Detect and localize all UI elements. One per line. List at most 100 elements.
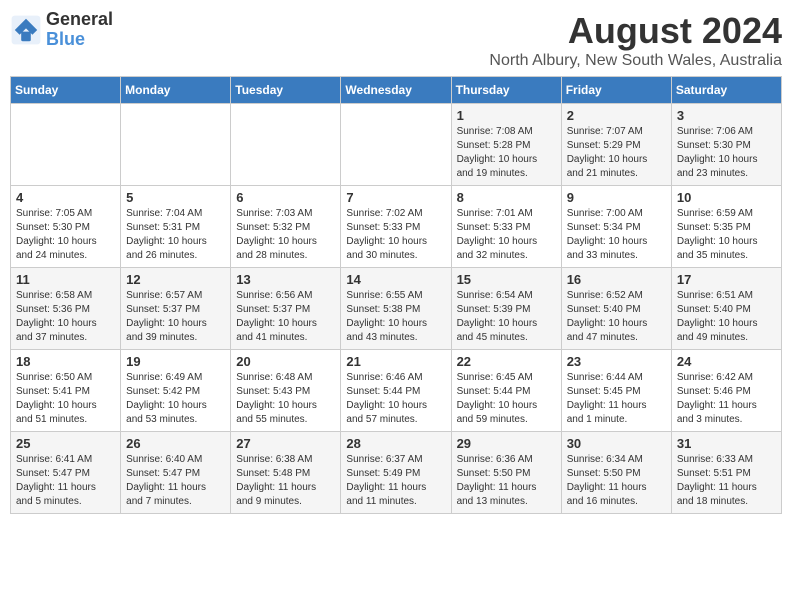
day-info: Sunrise: 6:54 AM Sunset: 5:39 PM Dayligh… xyxy=(457,289,556,345)
day-number: 17 xyxy=(677,272,776,287)
day-info: Sunrise: 6:36 AM Sunset: 5:50 PM Dayligh… xyxy=(457,453,556,509)
day-info: Sunrise: 7:08 AM Sunset: 5:28 PM Dayligh… xyxy=(457,125,556,181)
day-number: 12 xyxy=(126,272,225,287)
calendar-cell-w1-d4 xyxy=(341,104,451,186)
day-info: Sunrise: 7:05 AM Sunset: 5:30 PM Dayligh… xyxy=(16,207,115,263)
day-number: 5 xyxy=(126,190,225,205)
day-number: 9 xyxy=(567,190,666,205)
calendar-cell-w3-d2: 12 Sunrise: 6:57 AM Sunset: 5:37 PM Dayli… xyxy=(121,268,231,350)
day-info: Sunrise: 6:51 AM Sunset: 5:40 PM Dayligh… xyxy=(677,289,776,345)
day-number: 26 xyxy=(126,436,225,451)
logo-text: General Blue xyxy=(46,10,113,50)
calendar-cell-w3-d7: 17 Sunrise: 6:51 AM Sunset: 5:40 PM Dayli… xyxy=(671,268,781,350)
day-number: 25 xyxy=(16,436,115,451)
calendar-body: 1 Sunrise: 7:08 AM Sunset: 5:28 PM Daylig… xyxy=(11,104,782,514)
calendar-cell-w5-d7: 31Sunrise: 6:33 AM Sunset: 5:51 PM Dayli… xyxy=(671,432,781,514)
day-number: 16 xyxy=(567,272,666,287)
calendar-header-row: SundayMondayTuesdayWednesdayThursdayFrid… xyxy=(11,77,782,104)
calendar-cell-w3-d5: 15 Sunrise: 6:54 AM Sunset: 5:39 PM Dayli… xyxy=(451,268,561,350)
calendar-week-4: 18Sunrise: 6:50 AM Sunset: 5:41 PM Dayli… xyxy=(11,350,782,432)
calendar-cell-w3-d1: 11Sunrise: 6:58 AM Sunset: 5:36 PM Dayli… xyxy=(11,268,121,350)
day-number: 24 xyxy=(677,354,776,369)
day-info: Sunrise: 6:46 AM Sunset: 5:44 PM Dayligh… xyxy=(346,371,445,427)
calendar-cell-w2-d4: 7Sunrise: 7:02 AM Sunset: 5:33 PM Daylig… xyxy=(341,186,451,268)
title-block: August 2024 North Albury, New South Wale… xyxy=(489,10,782,70)
calendar-week-1: 1 Sunrise: 7:08 AM Sunset: 5:28 PM Daylig… xyxy=(11,104,782,186)
calendar-week-3: 11Sunrise: 6:58 AM Sunset: 5:36 PM Dayli… xyxy=(11,268,782,350)
day-info: Sunrise: 7:07 AM Sunset: 5:29 PM Dayligh… xyxy=(567,125,666,181)
calendar-cell-w2-d6: 9Sunrise: 7:00 AM Sunset: 5:34 PM Daylig… xyxy=(561,186,671,268)
header-day-saturday: Saturday xyxy=(671,77,781,104)
page-header: General Blue August 2024 North Albury, N… xyxy=(10,10,782,70)
day-info: Sunrise: 6:56 AM Sunset: 5:37 PM Dayligh… xyxy=(236,289,335,345)
calendar-week-2: 4 Sunrise: 7:05 AM Sunset: 5:30 PM Daylig… xyxy=(11,186,782,268)
day-info: Sunrise: 7:01 AM Sunset: 5:33 PM Dayligh… xyxy=(457,207,556,263)
calendar-cell-w4-d2: 19Sunrise: 6:49 AM Sunset: 5:42 PM Dayli… xyxy=(121,350,231,432)
day-number: 10 xyxy=(677,190,776,205)
calendar-cell-w1-d1 xyxy=(11,104,121,186)
day-number: 20 xyxy=(236,354,335,369)
day-number: 14 xyxy=(346,272,445,287)
calendar-cell-w2-d5: 8 Sunrise: 7:01 AM Sunset: 5:33 PM Daylig… xyxy=(451,186,561,268)
header-day-sunday: Sunday xyxy=(11,77,121,104)
day-info: Sunrise: 7:04 AM Sunset: 5:31 PM Dayligh… xyxy=(126,207,225,263)
day-number: 18 xyxy=(16,354,115,369)
calendar-cell-w5-d5: 29 Sunrise: 6:36 AM Sunset: 5:50 PM Dayli… xyxy=(451,432,561,514)
calendar-cell-w1-d7: 3Sunrise: 7:06 AM Sunset: 5:30 PM Daylig… xyxy=(671,104,781,186)
header-day-monday: Monday xyxy=(121,77,231,104)
calendar-cell-w5-d1: 25 Sunrise: 6:41 AM Sunset: 5:47 PM Dayli… xyxy=(11,432,121,514)
calendar-cell-w2-d1: 4 Sunrise: 7:05 AM Sunset: 5:30 PM Daylig… xyxy=(11,186,121,268)
calendar-cell-w3-d6: 16 Sunrise: 6:52 AM Sunset: 5:40 PM Dayli… xyxy=(561,268,671,350)
day-info: Sunrise: 6:45 AM Sunset: 5:44 PM Dayligh… xyxy=(457,371,556,427)
logo: General Blue xyxy=(10,10,113,50)
calendar-cell-w4-d3: 20 Sunrise: 6:48 AM Sunset: 5:43 PM Dayli… xyxy=(231,350,341,432)
calendar-cell-w2-d3: 6 Sunrise: 7:03 AM Sunset: 5:32 PM Daylig… xyxy=(231,186,341,268)
day-number: 2 xyxy=(567,108,666,123)
day-number: 8 xyxy=(457,190,556,205)
calendar-cell-w1-d2 xyxy=(121,104,231,186)
day-number: 19 xyxy=(126,354,225,369)
day-number: 13 xyxy=(236,272,335,287)
calendar-cell-w4-d5: 22 Sunrise: 6:45 AM Sunset: 5:44 PM Dayli… xyxy=(451,350,561,432)
day-number: 1 xyxy=(457,108,556,123)
day-number: 4 xyxy=(16,190,115,205)
day-info: Sunrise: 6:42 AM Sunset: 5:46 PM Dayligh… xyxy=(677,371,776,427)
calendar-cell-w5-d3: 27Sunrise: 6:38 AM Sunset: 5:48 PM Dayli… xyxy=(231,432,341,514)
day-number: 29 xyxy=(457,436,556,451)
day-info: Sunrise: 6:34 AM Sunset: 5:50 PM Dayligh… xyxy=(567,453,666,509)
calendar-cell-w4-d6: 23Sunrise: 6:44 AM Sunset: 5:45 PM Dayli… xyxy=(561,350,671,432)
day-info: Sunrise: 6:52 AM Sunset: 5:40 PM Dayligh… xyxy=(567,289,666,345)
subtitle: North Albury, New South Wales, Australia xyxy=(489,52,782,70)
day-number: 22 xyxy=(457,354,556,369)
calendar-cell-w1-d5: 1 Sunrise: 7:08 AM Sunset: 5:28 PM Daylig… xyxy=(451,104,561,186)
day-number: 28 xyxy=(346,436,445,451)
calendar-cell-w3-d4: 14Sunrise: 6:55 AM Sunset: 5:38 PM Dayli… xyxy=(341,268,451,350)
calendar-cell-w3-d3: 13 Sunrise: 6:56 AM Sunset: 5:37 PM Dayli… xyxy=(231,268,341,350)
day-info: Sunrise: 6:57 AM Sunset: 5:37 PM Dayligh… xyxy=(126,289,225,345)
calendar-cell-w2-d7: 10Sunrise: 6:59 AM Sunset: 5:35 PM Dayli… xyxy=(671,186,781,268)
calendar-cell-w4-d4: 21 Sunrise: 6:46 AM Sunset: 5:44 PM Dayli… xyxy=(341,350,451,432)
calendar-cell-w1-d3 xyxy=(231,104,341,186)
header-day-tuesday: Tuesday xyxy=(231,77,341,104)
calendar-cell-w5-d4: 28Sunrise: 6:37 AM Sunset: 5:49 PM Dayli… xyxy=(341,432,451,514)
day-info: Sunrise: 7:02 AM Sunset: 5:33 PM Dayligh… xyxy=(346,207,445,263)
header-day-friday: Friday xyxy=(561,77,671,104)
day-info: Sunrise: 7:03 AM Sunset: 5:32 PM Dayligh… xyxy=(236,207,335,263)
main-title: August 2024 xyxy=(489,10,782,52)
day-number: 6 xyxy=(236,190,335,205)
day-info: Sunrise: 6:38 AM Sunset: 5:48 PM Dayligh… xyxy=(236,453,335,509)
calendar-cell-w4-d7: 24 Sunrise: 6:42 AM Sunset: 5:46 PM Dayli… xyxy=(671,350,781,432)
calendar-table: SundayMondayTuesdayWednesdayThursdayFrid… xyxy=(10,76,782,514)
day-number: 15 xyxy=(457,272,556,287)
day-info: Sunrise: 6:44 AM Sunset: 5:45 PM Dayligh… xyxy=(567,371,666,427)
day-info: Sunrise: 6:41 AM Sunset: 5:47 PM Dayligh… xyxy=(16,453,115,509)
day-number: 30 xyxy=(567,436,666,451)
day-number: 11 xyxy=(16,272,115,287)
calendar-cell-w2-d2: 5 Sunrise: 7:04 AM Sunset: 5:31 PM Daylig… xyxy=(121,186,231,268)
day-number: 31 xyxy=(677,436,776,451)
day-number: 21 xyxy=(346,354,445,369)
calendar-cell-w4-d1: 18Sunrise: 6:50 AM Sunset: 5:41 PM Dayli… xyxy=(11,350,121,432)
day-info: Sunrise: 6:40 AM Sunset: 5:47 PM Dayligh… xyxy=(126,453,225,509)
day-info: Sunrise: 6:48 AM Sunset: 5:43 PM Dayligh… xyxy=(236,371,335,427)
calendar-cell-w5-d2: 26 Sunrise: 6:40 AM Sunset: 5:47 PM Dayli… xyxy=(121,432,231,514)
